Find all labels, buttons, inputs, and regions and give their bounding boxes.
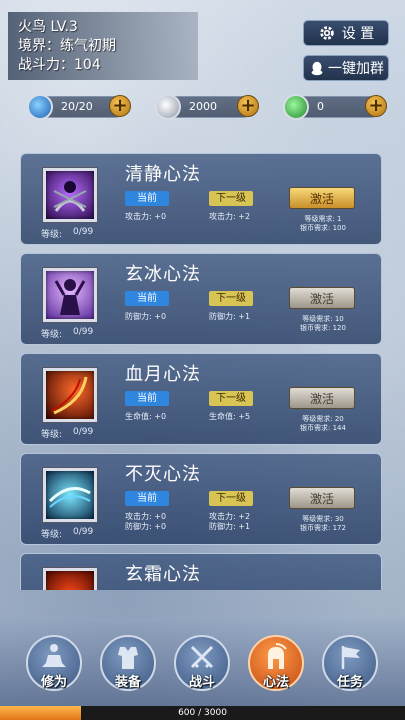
- player-name-level: 火鸟 LV.3: [18, 19, 78, 35]
- add-energy-button[interactable]: +: [109, 95, 131, 117]
- skill-name: 不灭心法: [125, 464, 201, 485]
- level-label: 等级:: [41, 330, 63, 340]
- settings-button[interactable]: 设 置: [303, 20, 389, 46]
- armor-icon: [118, 647, 138, 669]
- nav-cultivation-button[interactable]: 修为: [26, 635, 82, 691]
- next-stat: 生命值: +5: [209, 412, 251, 421]
- next-stat: 防御力: +1: [209, 312, 251, 321]
- nav-equipment-button[interactable]: 装备: [100, 635, 156, 691]
- skill-card: 玄霜心法: [20, 553, 382, 590]
- req-level: 等级需求: 30: [302, 515, 344, 523]
- skill-list[interactable]: 等级: 0/99 清静心法 当前 下一级 攻击力: +0 攻击力: +2 激活 …: [20, 150, 382, 590]
- current-stat: 防御力: +0: [125, 312, 167, 321]
- nav-battle-button[interactable]: 战斗: [174, 635, 230, 691]
- skill-card: 等级: 0/99 清静心法 当前 下一级 攻击力: +0 攻击力: +2 激活 …: [20, 153, 382, 245]
- skill-card: 等级: 0/99 玄冰心法 当前 下一级 防御力: +0 防御力: +1 激活 …: [20, 253, 382, 345]
- next-level-tag: 下一级: [209, 291, 253, 306]
- skill-name: 血月心法: [125, 364, 201, 385]
- level-value: 0/99: [73, 527, 94, 537]
- skill-bumie-icon: [43, 468, 97, 522]
- bottom-nav: 修为 装备 战斗 心法 任务: [0, 618, 405, 706]
- silver-value: 2000: [189, 100, 217, 113]
- skill-name: 玄冰心法: [125, 264, 201, 285]
- req-silver: 银币需求: 172: [300, 524, 346, 532]
- join-group-label: 一键加群: [328, 61, 384, 77]
- skill-xueyue-icon: [43, 368, 97, 422]
- next-level-tag: 下一级: [209, 191, 253, 206]
- silver-resource: 2000 +: [155, 94, 259, 120]
- req-silver: 银币需求: 100: [300, 224, 346, 232]
- current-tag: 当前: [125, 291, 169, 306]
- next-level-tag: 下一级: [209, 491, 253, 506]
- silver-coin-icon: [155, 94, 181, 120]
- settings-label: 设 置: [341, 26, 375, 42]
- level-label: 等级:: [41, 230, 63, 240]
- level-value: 0/99: [73, 427, 94, 437]
- nav-label: 战斗: [188, 675, 215, 690]
- next-level-tag: 下一级: [209, 391, 253, 406]
- activate-button[interactable]: 激活: [289, 387, 355, 409]
- skill-name: 玄霜心法: [125, 564, 201, 585]
- skill-qingjing-icon: [43, 168, 97, 222]
- level-value: 0/99: [73, 327, 94, 337]
- skill-card: 等级: 0/99 不灭心法 当前 下一级 攻击力: +0 防御力: +0 攻击力…: [20, 453, 382, 545]
- flag-icon: [341, 646, 360, 669]
- energy-value: 20/20: [61, 100, 93, 113]
- level-value: 0/99: [73, 227, 94, 237]
- add-silver-button[interactable]: +: [237, 95, 259, 117]
- level-label: 等级:: [41, 430, 63, 440]
- add-jade-button[interactable]: +: [365, 95, 387, 117]
- nav-label: 装备: [114, 675, 141, 690]
- experience-bar: 600 / 3000: [0, 706, 405, 720]
- energy-orb-icon: [27, 94, 53, 120]
- current-stat: 生命值: +0: [125, 412, 167, 421]
- current-stat: 防御力: +0: [125, 522, 167, 531]
- nav-mind-technique-button[interactable]: 心法: [248, 635, 304, 691]
- current-tag: 当前: [125, 391, 169, 406]
- next-stat: 防御力: +1: [209, 522, 251, 531]
- req-level: 等级需求: 20: [302, 415, 344, 423]
- jade-value: 0: [317, 100, 324, 113]
- player-info-panel: 火鸟 LV.3 境界：练气初期 战斗力：104: [8, 12, 198, 80]
- energy-resource: 20/20 +: [27, 94, 131, 120]
- level-label: 等级:: [41, 530, 63, 540]
- experience-text: 600 / 3000: [178, 708, 227, 718]
- req-level: 等级需求: 10: [302, 315, 344, 323]
- skill-xuanbing-icon: [43, 268, 97, 322]
- spartan-helmet-icon: [268, 643, 287, 669]
- nav-label: 修为: [40, 675, 67, 690]
- crossed-swords-icon: [190, 645, 214, 669]
- jade-resource: 0 +: [283, 94, 387, 120]
- next-stat: 攻击力: +2: [209, 212, 251, 221]
- current-tag: 当前: [125, 191, 169, 206]
- gear-icon: [320, 26, 334, 40]
- current-stat: 攻击力: +0: [125, 212, 167, 221]
- nav-label: 心法: [262, 675, 289, 690]
- activate-button[interactable]: 激活: [289, 487, 355, 509]
- req-silver: 银币需求: 120: [300, 324, 346, 332]
- activate-button[interactable]: 激活: [289, 187, 355, 209]
- jade-gem-icon: [283, 94, 309, 120]
- nav-label: 任务: [336, 675, 363, 690]
- skill-name: 清静心法: [125, 164, 201, 185]
- activate-button[interactable]: 激活: [289, 287, 355, 309]
- join-group-button[interactable]: 一键加群: [303, 55, 389, 81]
- skill-xuanshuang-icon: [43, 568, 97, 590]
- nav-quest-button[interactable]: 任务: [322, 635, 378, 691]
- player-power: 战斗力：104: [18, 57, 101, 73]
- current-tag: 当前: [125, 491, 169, 506]
- qq-penguin-icon: [311, 61, 323, 76]
- player-realm: 境界：练气初期: [18, 38, 116, 54]
- req-level: 等级需求: 1: [304, 215, 342, 223]
- meditation-icon: [42, 644, 66, 667]
- req-silver: 银币需求: 144: [300, 424, 346, 432]
- skill-card: 等级: 0/99 血月心法 当前 下一级 生命值: +0 生命值: +5 激活 …: [20, 353, 382, 445]
